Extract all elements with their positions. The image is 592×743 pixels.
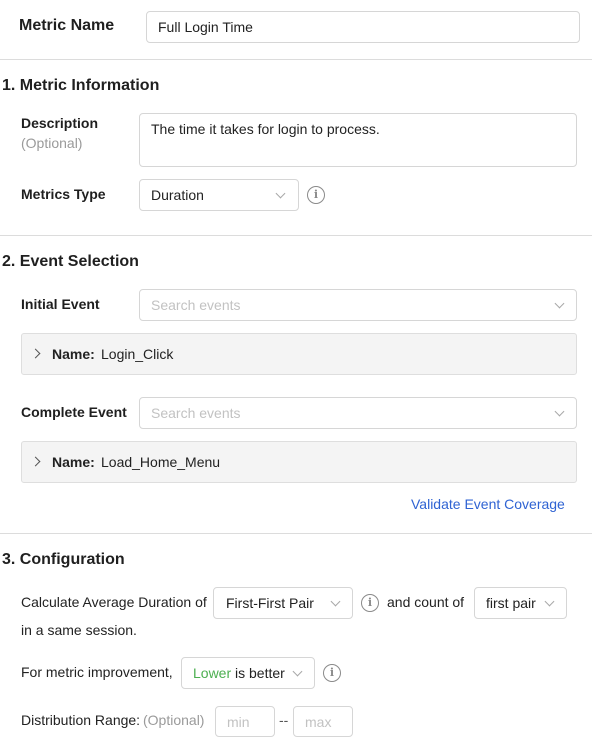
distribution-range-label: Distribution Range:: [21, 712, 141, 728]
max-placeholder: max: [305, 714, 332, 730]
initial-event-name-value: Login_Click: [101, 346, 174, 362]
improvement-label: For metric improvement,: [21, 664, 173, 680]
metrics-type-value: Duration: [151, 187, 204, 203]
section-title-metric-information: 1. Metric Information: [2, 77, 160, 94]
complete-event-search[interactable]: Search events: [139, 397, 577, 429]
improvement-rest-value: is better: [235, 665, 285, 681]
complete-event-name-value: Load_Home_Menu: [101, 454, 221, 470]
complete-event-item[interactable]: Name: Load_Home_Menu: [21, 441, 577, 483]
complete-event-placeholder: Search events: [151, 405, 241, 421]
session-text: in a same session.: [21, 622, 137, 638]
min-placeholder: min: [227, 714, 250, 730]
chevron-down-icon: [544, 596, 555, 607]
initial-event-search[interactable]: Search events: [139, 289, 577, 321]
metric-name-input[interactable]: Full Login Time: [146, 11, 580, 43]
initial-event-name-key: Name:: [52, 346, 95, 362]
pair-type-value: First-First Pair: [226, 595, 314, 611]
improvement-select[interactable]: Lower is better: [181, 657, 315, 689]
max-input[interactable]: max: [293, 706, 353, 737]
initial-event-label: Initial Event: [21, 296, 100, 312]
divider: [0, 235, 592, 236]
metrics-type-label: Metrics Type: [21, 186, 106, 202]
chevron-right-icon[interactable]: [30, 348, 41, 359]
chevron-down-icon: [554, 406, 565, 417]
chevron-right-icon[interactable]: [30, 456, 41, 467]
metric-name-value: Full Login Time: [158, 19, 253, 35]
metric-name-label: Metric Name: [19, 17, 115, 34]
count-select[interactable]: first pair: [474, 587, 567, 619]
range-separator: --: [279, 712, 289, 728]
description-label: Description: [21, 115, 99, 131]
improvement-lower-value: Lower: [193, 665, 232, 681]
info-icon[interactable]: i: [323, 664, 341, 682]
chevron-down-icon: [330, 596, 341, 607]
metrics-type-select[interactable]: Duration: [139, 179, 299, 211]
min-input[interactable]: min: [215, 706, 275, 737]
chevron-down-icon: [275, 188, 286, 199]
divider: [0, 59, 592, 60]
pair-type-select[interactable]: First-First Pair: [213, 587, 353, 619]
complete-event-label: Complete Event: [21, 404, 127, 420]
count-label: and count of: [387, 594, 465, 610]
calc-prefix-label: Calculate Average Duration of: [21, 594, 207, 610]
info-icon[interactable]: i: [361, 594, 379, 612]
initial-event-item[interactable]: Name: Login_Click: [21, 333, 577, 375]
section-title-configuration: 3. Configuration: [2, 551, 125, 568]
validate-event-coverage-link[interactable]: Validate Event Coverage: [411, 496, 565, 512]
count-value: first pair: [486, 595, 536, 611]
description-value: The time it takes for login to process.: [151, 121, 380, 137]
distribution-optional-label: (Optional): [143, 712, 205, 728]
section-title-event-selection: 2. Event Selection: [2, 253, 139, 270]
description-textarea[interactable]: The time it takes for login to process.: [139, 113, 577, 167]
complete-event-name-key: Name:: [52, 454, 95, 470]
chevron-down-icon: [292, 666, 303, 677]
chevron-down-icon: [554, 298, 565, 309]
divider: [0, 533, 592, 534]
initial-event-placeholder: Search events: [151, 297, 241, 313]
info-icon[interactable]: i: [307, 186, 325, 204]
description-optional-label: (Optional): [21, 135, 83, 151]
